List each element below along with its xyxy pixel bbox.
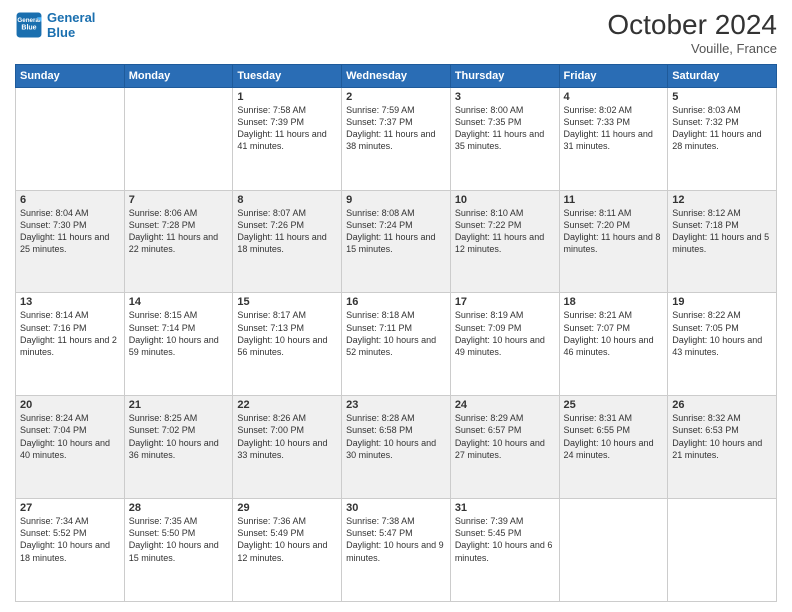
table-row <box>16 87 125 190</box>
logo-icon: General Blue <box>15 11 43 39</box>
table-row: 7Sunrise: 8:06 AMSunset: 7:28 PMDaylight… <box>124 190 233 293</box>
location: Vouille, France <box>607 41 777 56</box>
logo-text: General Blue <box>47 10 95 40</box>
table-row: 14Sunrise: 8:15 AMSunset: 7:14 PMDayligh… <box>124 293 233 396</box>
page: General Blue General Blue October 2024 V… <box>0 0 792 612</box>
col-wednesday: Wednesday <box>342 64 451 87</box>
table-row: 24Sunrise: 8:29 AMSunset: 6:57 PMDayligh… <box>450 396 559 499</box>
table-row <box>559 499 668 602</box>
month-title: October 2024 <box>607 10 777 41</box>
col-sunday: Sunday <box>16 64 125 87</box>
table-row: 18Sunrise: 8:21 AMSunset: 7:07 PMDayligh… <box>559 293 668 396</box>
table-row: 6Sunrise: 8:04 AMSunset: 7:30 PMDaylight… <box>16 190 125 293</box>
table-row: 27Sunrise: 7:34 AMSunset: 5:52 PMDayligh… <box>16 499 125 602</box>
calendar-table: Sunday Monday Tuesday Wednesday Thursday… <box>15 64 777 602</box>
table-row: 11Sunrise: 8:11 AMSunset: 7:20 PMDayligh… <box>559 190 668 293</box>
table-row: 2Sunrise: 7:59 AMSunset: 7:37 PMDaylight… <box>342 87 451 190</box>
table-row: 17Sunrise: 8:19 AMSunset: 7:09 PMDayligh… <box>450 293 559 396</box>
table-row: 28Sunrise: 7:35 AMSunset: 5:50 PMDayligh… <box>124 499 233 602</box>
table-row: 8Sunrise: 8:07 AMSunset: 7:26 PMDaylight… <box>233 190 342 293</box>
table-row <box>668 499 777 602</box>
table-row: 4Sunrise: 8:02 AMSunset: 7:33 PMDaylight… <box>559 87 668 190</box>
col-friday: Friday <box>559 64 668 87</box>
table-row: 30Sunrise: 7:38 AMSunset: 5:47 PMDayligh… <box>342 499 451 602</box>
title-area: October 2024 Vouille, France <box>607 10 777 56</box>
table-row: 16Sunrise: 8:18 AMSunset: 7:11 PMDayligh… <box>342 293 451 396</box>
table-row: 25Sunrise: 8:31 AMSunset: 6:55 PMDayligh… <box>559 396 668 499</box>
table-row: 26Sunrise: 8:32 AMSunset: 6:53 PMDayligh… <box>668 396 777 499</box>
logo: General Blue General Blue <box>15 10 95 40</box>
table-row: 23Sunrise: 8:28 AMSunset: 6:58 PMDayligh… <box>342 396 451 499</box>
table-row: 12Sunrise: 8:12 AMSunset: 7:18 PMDayligh… <box>668 190 777 293</box>
table-row: 15Sunrise: 8:17 AMSunset: 7:13 PMDayligh… <box>233 293 342 396</box>
table-row: 13Sunrise: 8:14 AMSunset: 7:16 PMDayligh… <box>16 293 125 396</box>
col-monday: Monday <box>124 64 233 87</box>
svg-text:Blue: Blue <box>21 25 36 32</box>
table-row <box>124 87 233 190</box>
col-tuesday: Tuesday <box>233 64 342 87</box>
table-row: 1Sunrise: 7:58 AMSunset: 7:39 PMDaylight… <box>233 87 342 190</box>
table-row: 29Sunrise: 7:36 AMSunset: 5:49 PMDayligh… <box>233 499 342 602</box>
table-row: 10Sunrise: 8:10 AMSunset: 7:22 PMDayligh… <box>450 190 559 293</box>
header-row: Sunday Monday Tuesday Wednesday Thursday… <box>16 64 777 87</box>
table-row: 9Sunrise: 8:08 AMSunset: 7:24 PMDaylight… <box>342 190 451 293</box>
table-row: 5Sunrise: 8:03 AMSunset: 7:32 PMDaylight… <box>668 87 777 190</box>
table-row: 22Sunrise: 8:26 AMSunset: 7:00 PMDayligh… <box>233 396 342 499</box>
table-row: 20Sunrise: 8:24 AMSunset: 7:04 PMDayligh… <box>16 396 125 499</box>
table-row: 19Sunrise: 8:22 AMSunset: 7:05 PMDayligh… <box>668 293 777 396</box>
col-thursday: Thursday <box>450 64 559 87</box>
svg-text:General: General <box>17 17 40 24</box>
table-row: 31Sunrise: 7:39 AMSunset: 5:45 PMDayligh… <box>450 499 559 602</box>
table-row: 21Sunrise: 8:25 AMSunset: 7:02 PMDayligh… <box>124 396 233 499</box>
col-saturday: Saturday <box>668 64 777 87</box>
table-row: 3Sunrise: 8:00 AMSunset: 7:35 PMDaylight… <box>450 87 559 190</box>
header: General Blue General Blue October 2024 V… <box>15 10 777 56</box>
